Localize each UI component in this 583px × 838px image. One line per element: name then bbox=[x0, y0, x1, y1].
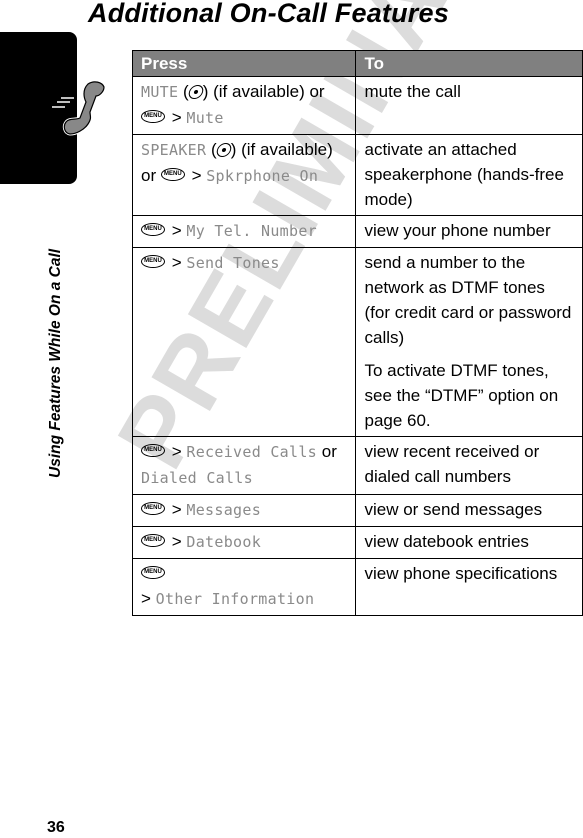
to-cell: mute the call bbox=[355, 76, 583, 135]
press-cell: MENU > Received Calls or Dialed Calls bbox=[131, 436, 357, 495]
to-cell: view recent received or dialed call numb… bbox=[355, 436, 583, 495]
menu-item: Datebook bbox=[186, 533, 262, 551]
note: To activate DTMF tones, see the “DTMF” o… bbox=[364, 361, 559, 430]
menu-item: Mute bbox=[186, 109, 224, 127]
page-number: 36 bbox=[47, 819, 65, 836]
press-cell: SPEAKER () (if available) or MENU > Spkr… bbox=[131, 134, 357, 216]
menu-item: Messages bbox=[186, 501, 262, 519]
menu-key-icon: MENU bbox=[141, 502, 165, 516]
menu-key-icon: MENU bbox=[160, 168, 185, 182]
press-cell: MUTE () (if available) or MENU > Mute bbox=[131, 76, 357, 135]
to-cell: view or send messages bbox=[355, 494, 583, 527]
page-title: Additional On-Call Features bbox=[88, 0, 449, 28]
table-row: MENU > Other Information view phone spec… bbox=[131, 558, 583, 616]
description: send a number to the network as DTMF ton… bbox=[364, 253, 572, 347]
menu-key-icon: MENU bbox=[141, 255, 165, 269]
table-row: MENU > Messages view or send messages bbox=[131, 494, 583, 527]
to-cell: view your phone number bbox=[355, 215, 583, 248]
menu-key-icon: MENU bbox=[141, 110, 165, 124]
key-label: SPEAKER bbox=[141, 141, 207, 159]
menu-item: Dialed Calls bbox=[141, 469, 253, 487]
key-label: MUTE bbox=[141, 83, 179, 101]
to-cell: view phone specifications bbox=[355, 558, 583, 616]
menu-item: Received Calls bbox=[186, 443, 318, 461]
press-cell: MENU > Send Tones bbox=[131, 247, 357, 437]
menu-key-icon: MENU bbox=[141, 444, 165, 458]
features-table: Press To MUTE () (if available) or MENU … bbox=[131, 50, 583, 616]
phone-handset-icon bbox=[52, 80, 106, 136]
table-row: MUTE () (if available) or MENU > Mute mu… bbox=[131, 76, 583, 135]
table-row: MENU > Send Tones send a number to the n… bbox=[131, 247, 583, 437]
menu-key-icon: MENU bbox=[141, 566, 165, 580]
press-cell: MENU > Other Information bbox=[131, 558, 357, 616]
press-cell: MENU > My Tel. Number bbox=[131, 215, 357, 248]
table-row: SPEAKER () (if available) or MENU > Spkr… bbox=[131, 134, 583, 216]
header-press: Press bbox=[131, 50, 357, 77]
to-cell: activate an attached speakerphone (hands… bbox=[355, 134, 583, 216]
to-cell: view datebook entries bbox=[355, 526, 583, 559]
table-header-row: Press To bbox=[131, 50, 583, 77]
menu-item: Other Information bbox=[155, 590, 315, 608]
table-row: MENU > Received Calls or Dialed Calls vi… bbox=[131, 436, 583, 495]
menu-key-icon: MENU bbox=[141, 534, 165, 548]
menu-item: My Tel. Number bbox=[186, 222, 318, 240]
menu-key-icon: MENU bbox=[141, 223, 165, 237]
header-to: To bbox=[355, 50, 583, 77]
table-row: MENU > My Tel. Number view your phone nu… bbox=[131, 215, 583, 248]
menu-item: Send Tones bbox=[186, 254, 280, 272]
press-cell: MENU > Messages bbox=[131, 494, 357, 527]
to-cell: send a number to the network as DTMF ton… bbox=[355, 247, 583, 437]
section-title: Using Features While On a Call bbox=[47, 248, 64, 478]
press-cell: MENU > Datebook bbox=[131, 526, 357, 559]
menu-item: Spkrphone On bbox=[206, 167, 319, 185]
table-row: MENU > Datebook view datebook entries bbox=[131, 526, 583, 559]
